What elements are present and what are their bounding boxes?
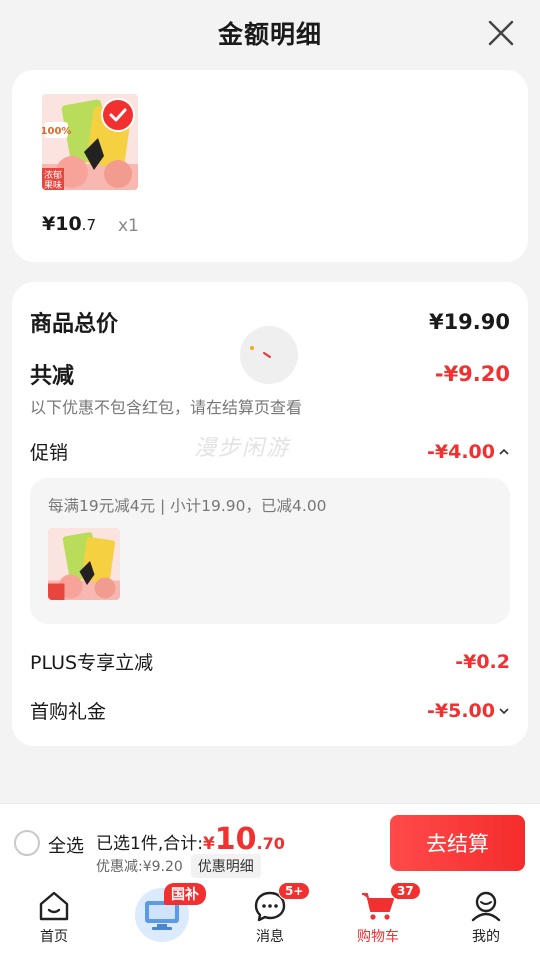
total-value: ¥19.90 bbox=[428, 310, 510, 334]
plus-value: -¥0.2 bbox=[455, 650, 510, 673]
selected-summary: 已选1件,合计: ¥ 10 .70 bbox=[96, 822, 285, 857]
tab-cart[interactable]: 37 购物车 bbox=[324, 880, 432, 955]
discount-summary: 优惠减:¥9.20 优惠明细 bbox=[96, 854, 261, 878]
cart-badge: 37 bbox=[390, 882, 421, 900]
profile-icon bbox=[471, 891, 501, 922]
discount-hint: 以下优惠不包含红包，请在结算页查看 bbox=[30, 398, 303, 417]
plus-row: PLUS专享立减 -¥0.2 bbox=[30, 648, 510, 675]
chevron-down-icon bbox=[499, 707, 509, 714]
reduce-value: -¥9.20 bbox=[434, 362, 510, 386]
promo-label: 促销 bbox=[30, 442, 69, 464]
tab-bar: 首页 国补 5+ 消息 37 购物车 我的 bbox=[0, 880, 540, 955]
total-currency: ¥ bbox=[202, 834, 215, 854]
checkout-button[interactable]: 去结算 bbox=[390, 815, 525, 871]
close-icon[interactable] bbox=[486, 18, 516, 48]
gift-row[interactable]: 首购礼金 -¥5.00 bbox=[30, 697, 510, 724]
tab-messages[interactable]: 5+ 消息 bbox=[216, 880, 324, 955]
selected-check-icon[interactable] bbox=[101, 98, 135, 132]
promo-description: 每满19元减4元 | 小计19.90，已减4.00 bbox=[48, 497, 327, 515]
svg-text:果味: 果味 bbox=[44, 179, 62, 190]
discount-detail-button[interactable]: 优惠明细 bbox=[190, 854, 261, 878]
promo-value: -¥4.00 bbox=[427, 440, 495, 463]
gift-value: -¥5.00 bbox=[427, 699, 495, 722]
total-label: 商品总价 bbox=[30, 312, 119, 337]
tab-profile-label: 我的 bbox=[472, 929, 500, 945]
select-all-radio[interactable] bbox=[14, 830, 40, 856]
plus-label: PLUS专享立减 bbox=[30, 652, 154, 674]
reduce-label: 共减 bbox=[30, 364, 75, 389]
promo-row[interactable]: 促销 -¥4.00 bbox=[30, 438, 510, 465]
price-decimal: .7 bbox=[81, 216, 96, 234]
promo-product-image bbox=[48, 528, 120, 600]
promo-value-group[interactable]: -¥4.00 bbox=[427, 441, 510, 463]
gift-value-group[interactable]: -¥5.00 bbox=[427, 700, 510, 722]
reduce-row: 共减 -¥9.20 bbox=[30, 358, 510, 390]
page-title: 金额明细 bbox=[217, 20, 322, 49]
chevron-up-icon bbox=[499, 448, 509, 455]
select-all-label[interactable]: 全选 bbox=[48, 832, 84, 858]
tab-cart-label: 购物车 bbox=[357, 929, 399, 945]
checkout-bar: 全选 已选1件,合计: ¥ 10 .70 优惠减:¥9.20 优惠明细 去结算 bbox=[0, 803, 540, 880]
tab-profile[interactable]: 我的 bbox=[432, 880, 540, 955]
tab-home-label: 首页 bbox=[40, 929, 68, 945]
header: 金额明细 bbox=[0, 0, 540, 66]
promo-detail-box: 每满19元减4元 | 小计19.90，已减4.00 bbox=[30, 478, 510, 624]
price-integer: ¥10 bbox=[42, 213, 82, 235]
product-price: ¥10.7 bbox=[42, 213, 96, 235]
svg-text:100%: 100% bbox=[42, 126, 71, 137]
tab-guobu[interactable]: 国补 bbox=[108, 880, 216, 955]
product-card: 100% 浓郁 果味 ¥10.7 x1 bbox=[12, 70, 528, 262]
amount-detail-card: 商品总价 ¥19.90 漫步闲游 共减 -¥9.20 以下优惠不包含红包，请在结… bbox=[12, 282, 528, 746]
guobu-badge: 国补 bbox=[164, 883, 206, 905]
tab-home[interactable]: 首页 bbox=[0, 880, 108, 955]
product-quantity: x1 bbox=[118, 216, 139, 236]
discount-text: 优惠减:¥9.20 bbox=[96, 859, 183, 875]
total-integer: 10 bbox=[214, 822, 257, 857]
gift-label: 首购礼金 bbox=[30, 701, 107, 723]
messages-badge: 5+ bbox=[278, 882, 311, 900]
svg-text:浓郁: 浓郁 bbox=[44, 169, 62, 181]
total-decimal: .70 bbox=[256, 834, 285, 853]
home-icon bbox=[39, 891, 69, 921]
selected-prefix: 已选1件,合计: bbox=[96, 834, 203, 854]
tab-messages-label: 消息 bbox=[256, 929, 284, 945]
